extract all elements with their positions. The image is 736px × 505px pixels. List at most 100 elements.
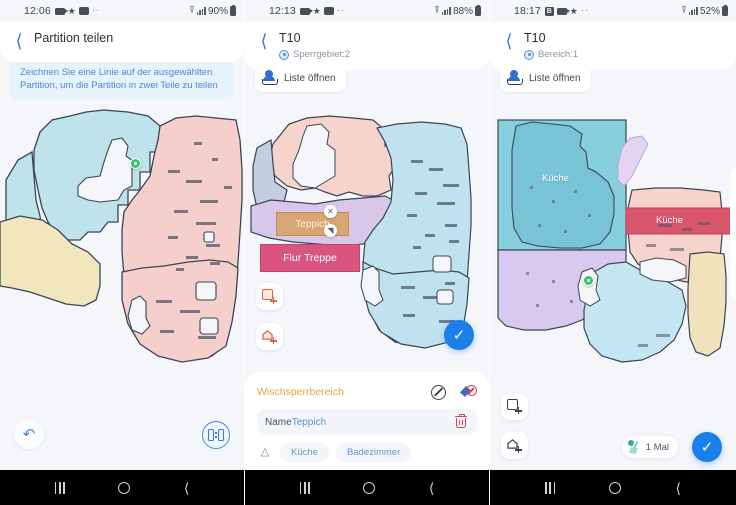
no-mop-icon[interactable] — [459, 384, 477, 400]
dock-icon — [130, 158, 141, 169]
confirm-button[interactable]: ✓ — [444, 320, 474, 350]
more-dots-icon: ·· — [91, 5, 100, 16]
home-icon[interactable] — [363, 481, 376, 494]
clean-count-icon — [627, 440, 642, 454]
recents-icon[interactable] — [545, 481, 556, 494]
clean-count-badge[interactable]: 1 Mal — [621, 436, 678, 458]
header-text: T10 Sperrgebiet:2 — [275, 30, 350, 60]
add-polygon-zone-button[interactable] — [501, 432, 528, 459]
phone-panel-3: 18:17 B ★ ·· ⍒ 52% ⟨ T10 Bereich:1 Liste… — [490, 0, 736, 505]
open-list-icon — [507, 70, 523, 86]
bluetooth-icon: ★ — [569, 5, 578, 16]
confirm-button[interactable]: ✓ — [692, 432, 722, 462]
open-list-label: Liste öffnen — [529, 72, 581, 84]
bluetooth-icon: ★ — [67, 5, 76, 16]
room-label-kueche-2: Küche — [656, 215, 683, 226]
instruction-banner: Zeichnen Sie eine Linie auf der ausgewäh… — [10, 58, 234, 100]
area-count-label: Bereich:1 — [538, 49, 579, 60]
back-chevron-icon[interactable]: ⟨ — [253, 30, 275, 52]
app-header: ⟨ Partition teilen — [0, 22, 244, 62]
add-polygon-zone-button[interactable] — [256, 323, 283, 350]
back-chevron-icon[interactable]: ⟨ — [498, 30, 520, 52]
carpet-zone-box[interactable]: Teppich — [276, 212, 349, 236]
bluetooth-icon: ★ — [312, 5, 321, 16]
wifi-icon: ⍒ — [680, 5, 687, 16]
room-label-kueche-1: Küche — [542, 173, 569, 184]
app-header: ⟨ T10 Bereich:1 — [490, 22, 736, 70]
add-rectangle-zone-button[interactable] — [501, 393, 528, 420]
home-icon[interactable] — [609, 481, 622, 494]
zone-name-field[interactable]: Name Teppich — [257, 409, 477, 435]
system-nav-bar: ⟨ — [490, 470, 736, 505]
status-bar: 18:17 B ★ ·· ⍒ 52% — [490, 0, 736, 22]
undo-button[interactable]: ↶ — [14, 419, 44, 449]
add-rectangle-zone-button[interactable] — [256, 283, 283, 310]
recents-icon[interactable] — [54, 481, 66, 494]
video-icon — [299, 7, 313, 15]
battery-percent: 90% — [207, 5, 228, 17]
region-yellow — [687, 251, 727, 357]
battery-icon — [230, 4, 236, 16]
status-bar: 12:13 ★ ·· ⍒ 88% — [245, 0, 489, 22]
name-chip-kueche[interactable]: Küche — [280, 443, 329, 462]
system-nav-bar: ⟨ — [0, 470, 244, 505]
back-icon[interactable]: ⟨ — [429, 481, 434, 495]
clean-count-label: 1 Mal — [645, 441, 669, 453]
zone-close-handle[interactable]: ✕ — [324, 205, 337, 218]
zone-resize-handle[interactable]: ◥ — [324, 224, 337, 237]
back-icon[interactable]: ⟨ — [184, 481, 189, 495]
header-subtitle: Sperrgebiet:2 — [279, 49, 350, 60]
status-time: 18:17 — [514, 5, 541, 17]
phone-panel-2: 12:13 ★ ·· ⍒ 88% ⟨ T10 Sperrgebiet:2 Lis… — [245, 0, 490, 505]
back-icon[interactable]: ⟨ — [676, 481, 681, 495]
split-partition-icon — [208, 429, 224, 441]
no-entry-icon[interactable] — [431, 384, 446, 400]
signal-icon — [441, 7, 451, 15]
device-name: T10 — [524, 31, 546, 45]
chevron-up-icon[interactable]: △ — [257, 445, 273, 461]
suggested-names-row: △ Küche Badezimmer — [257, 443, 477, 462]
split-partition-button[interactable] — [202, 421, 230, 449]
header-subtitle: Bereich:1 — [524, 49, 578, 60]
nogo-zone-box[interactable]: Flur Treppe — [260, 244, 360, 272]
system-nav-bar: ⟨ — [245, 470, 489, 505]
screenshot-strip: 12:06 ★ ·· ⍒ 90% ⟨ Partition teilen Zeic… — [0, 0, 736, 505]
zone-name-value: Teppich — [291, 416, 327, 428]
signal-icon — [196, 7, 206, 15]
message-icon — [323, 7, 334, 15]
add-rectangle-zone-icon — [507, 399, 522, 415]
app-header: ⟨ T10 Sperrgebiet:2 — [245, 22, 489, 70]
status-right-icons: ⍒ 88% — [434, 4, 481, 17]
add-polygon-zone-icon — [507, 438, 522, 454]
status-bar: 12:06 ★ ·· ⍒ 90% — [0, 0, 244, 22]
status-right-icons: ⍒ 52% — [680, 4, 728, 17]
page-title: Partition teilen — [34, 31, 114, 45]
battery-icon — [722, 4, 728, 16]
header-text: Partition teilen — [30, 30, 113, 45]
dock-icon — [583, 275, 594, 286]
zone-detail-sheet: Wischsperrbereich Name Teppich △ Küche B… — [245, 372, 489, 470]
add-polygon-zone-icon — [262, 329, 277, 345]
message-icon — [78, 7, 89, 15]
status-right-icons: ⍒ 90% — [188, 4, 236, 17]
zone-name-label: Name — [265, 416, 292, 428]
video-icon — [556, 7, 570, 15]
home-icon[interactable] — [118, 481, 131, 494]
b-badge-icon: B — [544, 6, 554, 16]
gear-icon — [524, 49, 534, 60]
recents-icon[interactable] — [299, 481, 311, 494]
signal-icon — [688, 7, 698, 15]
more-dots-icon: ·· — [580, 5, 589, 16]
back-chevron-icon[interactable]: ⟨ — [8, 30, 30, 52]
delete-trash-icon[interactable] — [453, 413, 469, 430]
battery-percent: 52% — [699, 5, 720, 17]
video-icon — [54, 7, 68, 15]
wifi-icon: ⍒ — [188, 5, 195, 16]
open-list-label: Liste öffnen — [284, 72, 336, 84]
name-chip-badezimmer[interactable]: Badezimmer — [335, 443, 412, 462]
open-list-icon — [262, 70, 278, 86]
map-hole-dock — [577, 267, 601, 307]
battery-icon — [475, 4, 481, 16]
device-name: T10 — [279, 31, 301, 45]
status-time: 12:06 — [24, 5, 51, 17]
